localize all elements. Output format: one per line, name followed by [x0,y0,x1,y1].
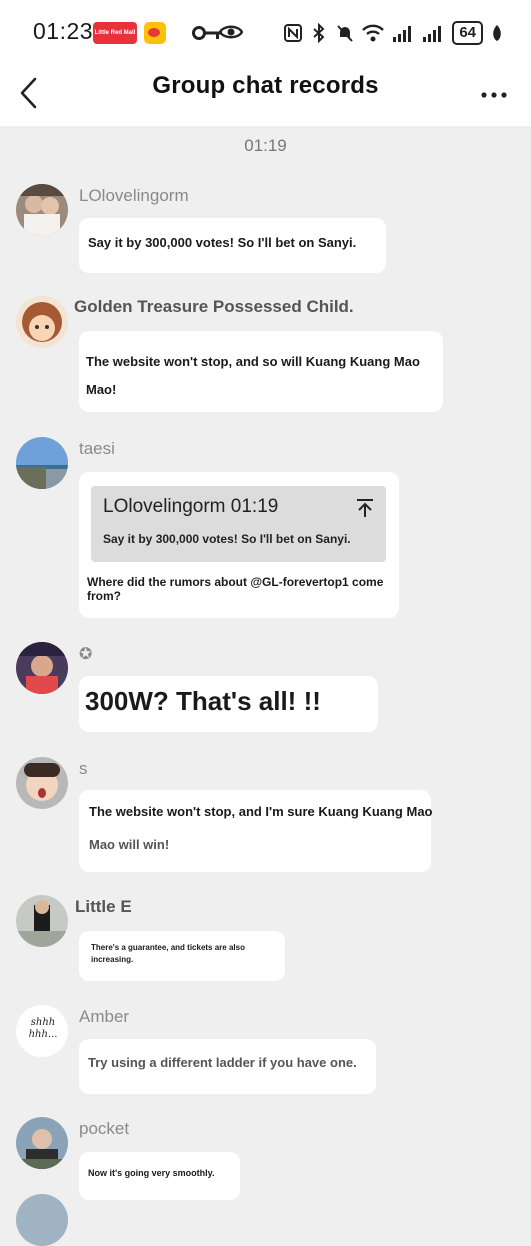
battery-level: 64 [452,21,483,45]
signal-icon-2 [423,26,442,42]
sender-name: Amber [79,1007,130,1026]
sender-name: Golden Treasure Possessed Child. [74,297,354,316]
sender-name: pocket [79,1119,130,1138]
avatar[interactable] [16,757,68,809]
avatar[interactable] [16,1117,68,1169]
bluetooth-icon [313,23,325,43]
avatar[interactable] [16,296,68,348]
message-bubble[interactable]: There's a guarantee, and tickets are als… [79,931,285,981]
message-text: 300W? That's all! !! [85,686,321,716]
message-text-line-2: Mao will win! [89,837,170,852]
avatar[interactable] [16,437,68,489]
quoted-text: Say it by 300,000 votes! So I'll bet on … [103,532,351,546]
avatar[interactable] [16,184,68,236]
sender-name: LOlovelingorm [79,186,189,205]
status-bar: 01:23 Little Red Mall 64 [0,0,531,64]
message-text-line-1: The website won't stop, and I'm sure Kua… [89,804,433,819]
message-bubble[interactable]: LOlovelingorm 01:19 Say it by 300,000 vo… [79,472,399,618]
message-text: There's a guarantee, and tickets are als… [91,943,245,964]
message-text: The website won't stop, and so will Kuan… [86,354,420,397]
quoted-sender-time: LOlovelingorm 01:19 [103,496,279,517]
weibo-icon [144,22,166,44]
avatar-text: shhh hhh... [28,1017,58,1040]
jump-to-top-icon[interactable] [356,498,374,518]
message-text: Say it by 300,000 votes! So I'll bet on … [88,235,357,250]
signal-icon [393,26,412,42]
page-title: Group chat records [152,72,379,99]
avatar[interactable] [16,895,68,947]
sender-name: ✪ [79,646,93,663]
sender-name: s [79,759,88,778]
chat-timestamp: 01:19 [244,136,287,155]
message-text: Try using a different ladder if you have… [88,1055,357,1070]
avatar[interactable] [16,1194,68,1246]
mute-bell-icon [337,25,354,42]
message-text: Where did the rumors about @GL-foreverto… [87,575,384,603]
message-bubble[interactable]: The website won't stop, and I'm sure Kua… [79,790,433,872]
message-bubble[interactable]: 300W? That's all! !! [79,676,378,732]
eye-icon [219,25,243,39]
avatar[interactable] [16,642,68,694]
little-red-mall-icon: Little Red Mall [93,22,137,44]
message-bubble[interactable]: The website won't stop, and so will Kuan… [79,331,443,412]
sender-name: taesi [79,439,115,458]
message-bubble[interactable]: Now it's going very smoothly. [79,1152,240,1200]
more-options-icon[interactable] [481,92,507,98]
nfc-icon [284,24,303,42]
app-header: Group chat records [0,64,531,126]
wifi-icon [362,24,385,42]
sender-name: Little E [75,897,132,916]
leaf-icon [493,25,501,41]
message-bubble[interactable]: Say it by 300,000 votes! So I'll bet on … [79,218,386,273]
message-bubble[interactable]: Try using a different ladder if you have… [79,1039,376,1094]
message-text: Now it's going very smoothly. [88,1168,215,1178]
quoted-message[interactable]: LOlovelingorm 01:19 Say it by 300,000 vo… [91,486,386,562]
avatar[interactable]: shhh hhh... [16,1005,68,1057]
clock: 01:23 [33,18,94,44]
